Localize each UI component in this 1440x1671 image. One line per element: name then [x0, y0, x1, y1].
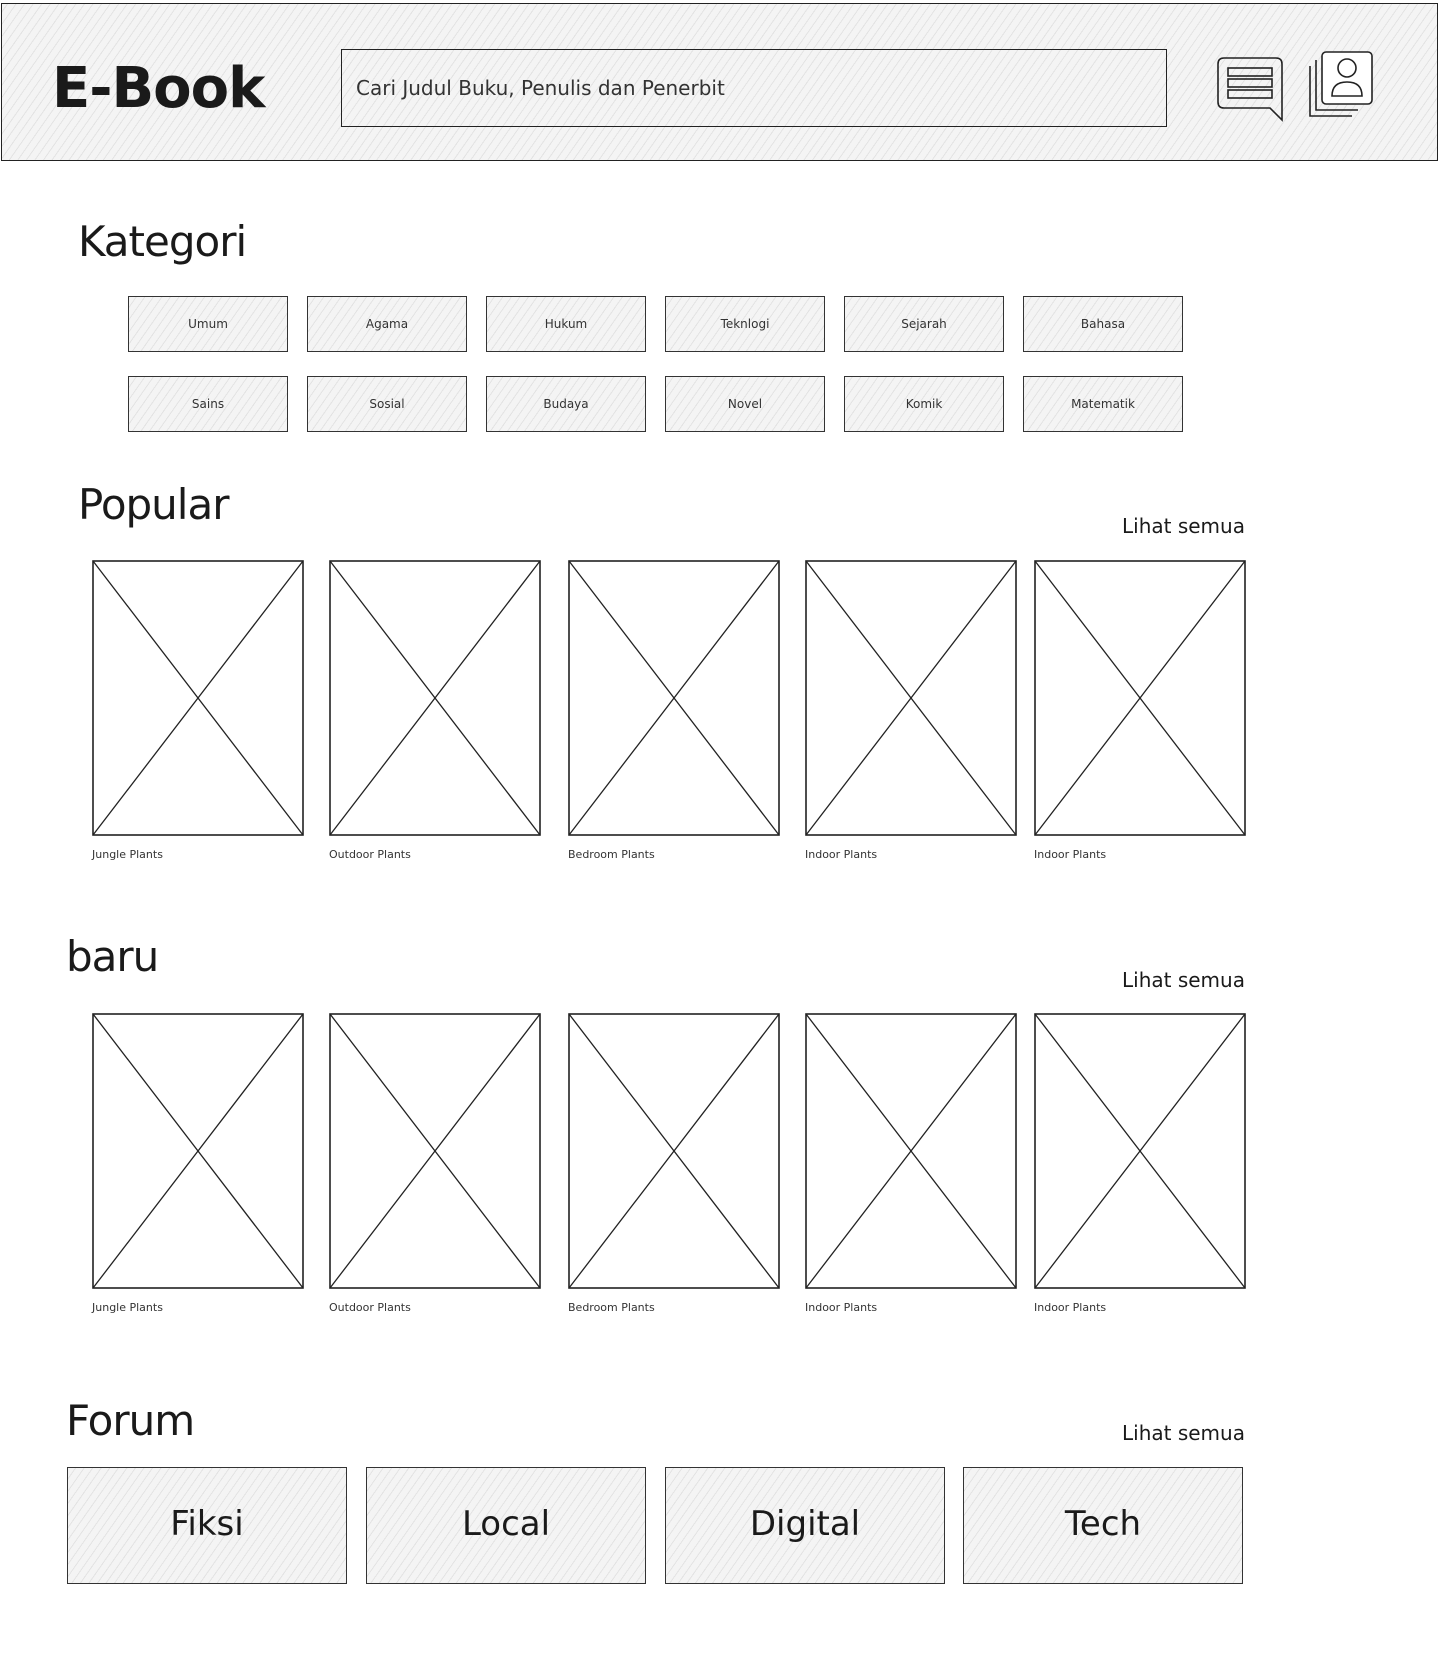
book-card[interactable]: Bedroom Plants [568, 1013, 780, 1314]
book-title: Bedroom Plants [568, 848, 655, 861]
category-hukum[interactable]: Hukum [486, 296, 646, 352]
book-cover-placeholder [805, 1013, 1017, 1289]
app-logo[interactable]: E-Book [52, 56, 265, 121]
category-sosial[interactable]: Sosial [307, 376, 467, 432]
book-title: Jungle Plants [92, 1301, 163, 1314]
search-input[interactable] [341, 49, 1167, 127]
book-card[interactable]: Outdoor Plants [329, 1013, 541, 1314]
kategori-title: Kategori [78, 217, 247, 266]
book-cover-placeholder [805, 560, 1017, 836]
forum-card-digital[interactable]: Digital [665, 1467, 945, 1584]
book-cover-placeholder [92, 560, 304, 836]
book-card[interactable]: Jungle Plants [92, 560, 304, 861]
book-card[interactable]: Bedroom Plants [568, 560, 780, 861]
popular-title: Popular [78, 480, 229, 529]
baru-see-all-link[interactable]: Lihat semua [1122, 968, 1245, 992]
book-title: Indoor Plants [1034, 1301, 1107, 1314]
book-title: Indoor Plants [1034, 848, 1107, 861]
book-cover-placeholder [568, 560, 780, 836]
forum-see-all-link[interactable]: Lihat semua [1122, 1421, 1245, 1445]
book-card[interactable]: Indoor Plants [805, 560, 1017, 861]
book-title: Indoor Plants [805, 848, 878, 861]
category-matematik[interactable]: Matematik [1023, 376, 1183, 432]
category-bahasa[interactable]: Bahasa [1023, 296, 1183, 352]
book-title: Outdoor Plants [329, 848, 411, 861]
book-cover-placeholder [92, 1013, 304, 1289]
book-cover-placeholder [1034, 1013, 1246, 1289]
book-cover-placeholder [329, 1013, 541, 1289]
book-title: Indoor Plants [805, 1301, 878, 1314]
book-title: Outdoor Plants [329, 1301, 411, 1314]
book-cover-placeholder [1034, 560, 1246, 836]
book-cover-placeholder [329, 560, 541, 836]
category-teknologi[interactable]: Teknlogi [665, 296, 825, 352]
popular-see-all-link[interactable]: Lihat semua [1122, 514, 1245, 538]
baru-title: baru [66, 932, 159, 981]
forum-title: Forum [66, 1396, 195, 1445]
profile-icon[interactable] [1306, 50, 1376, 120]
forum-card-fiksi[interactable]: Fiksi [67, 1467, 347, 1584]
book-title: Bedroom Plants [568, 1301, 655, 1314]
category-sains[interactable]: Sains [128, 376, 288, 432]
category-agama[interactable]: Agama [307, 296, 467, 352]
book-title: Jungle Plants [92, 848, 163, 861]
category-komik[interactable]: Komik [844, 376, 1004, 432]
category-sejarah[interactable]: Sejarah [844, 296, 1004, 352]
category-budaya[interactable]: Budaya [486, 376, 646, 432]
book-card[interactable]: Jungle Plants [92, 1013, 304, 1314]
book-card[interactable]: Indoor Plants [1034, 560, 1246, 861]
category-umum[interactable]: Umum [128, 296, 288, 352]
forum-card-tech[interactable]: Tech [963, 1467, 1243, 1584]
category-novel[interactable]: Novel [665, 376, 825, 432]
chat-icon[interactable] [1214, 54, 1286, 124]
book-card[interactable]: Indoor Plants [805, 1013, 1017, 1314]
forum-card-local[interactable]: Local [366, 1467, 646, 1584]
book-card[interactable]: Outdoor Plants [329, 560, 541, 861]
book-cover-placeholder [568, 1013, 780, 1289]
book-card[interactable]: Indoor Plants [1034, 1013, 1246, 1314]
app-header: E-Book [1, 3, 1438, 161]
